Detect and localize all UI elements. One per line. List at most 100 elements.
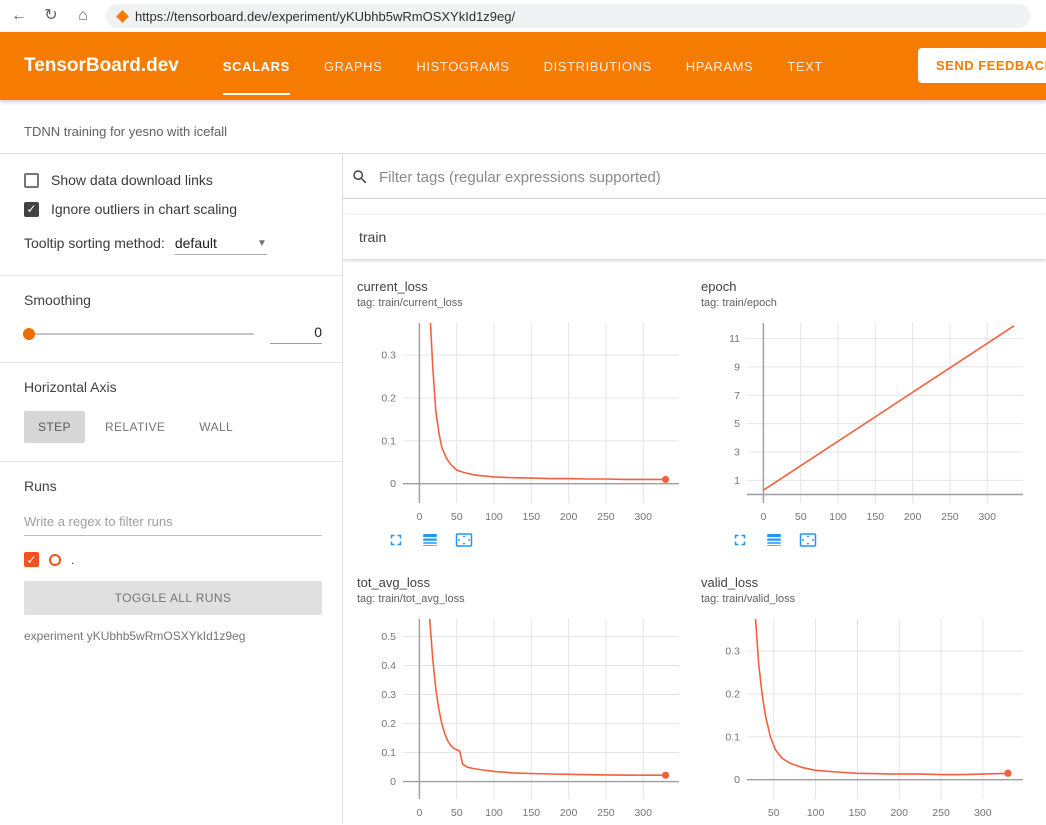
svg-text:300: 300 xyxy=(634,511,652,523)
url-text: https://tensorboard.dev/experiment/yKUbh… xyxy=(135,9,515,24)
svg-text:0: 0 xyxy=(760,511,766,523)
filter-tags-input[interactable] xyxy=(379,169,1046,186)
log-scale-icon[interactable] xyxy=(765,531,783,549)
experiment-id: experiment yKUbhb5wRmOSXYkId1z9eg xyxy=(24,629,322,643)
svg-text:0.3: 0.3 xyxy=(725,646,740,658)
fit-domain-icon[interactable] xyxy=(799,531,817,549)
toggle-all-runs-button[interactable]: TOGGLE ALL RUNS xyxy=(24,581,322,615)
expand-chart-icon[interactable] xyxy=(731,531,749,549)
svg-text:250: 250 xyxy=(597,511,615,523)
smoothing-slider[interactable] xyxy=(24,333,254,335)
svg-text:0.1: 0.1 xyxy=(381,435,396,447)
svg-text:50: 50 xyxy=(795,511,807,523)
settings-sidebar: Show data download links ✓ Ignore outlie… xyxy=(0,154,343,824)
svg-text:0.3: 0.3 xyxy=(381,689,396,701)
svg-text:0: 0 xyxy=(734,774,740,786)
chart-card-tot-avg-loss: tot_avg_loss tag: train/tot_avg_loss 050… xyxy=(357,575,687,824)
scalar-chart[interactable]: 5010015020025030000.10.20.3 xyxy=(701,613,1031,824)
svg-text:200: 200 xyxy=(560,511,578,523)
tab-distributions[interactable]: DISTRIBUTIONS xyxy=(544,32,652,100)
home-icon[interactable]: ⌂ xyxy=(74,8,92,24)
tooltip-sorting-select[interactable]: default ▼ xyxy=(175,235,267,255)
log-scale-icon[interactable] xyxy=(421,531,439,549)
show-download-links-checkbox[interactable]: Show data download links xyxy=(24,172,322,188)
axis-relative-button[interactable]: RELATIVE xyxy=(91,411,179,443)
tooltip-sorting-label: Tooltip sorting method: xyxy=(24,235,165,251)
chart-card-epoch: epoch tag: train/epoch 05010015020025030… xyxy=(701,279,1031,549)
run-row[interactable]: ✓ . xyxy=(24,552,322,567)
main-area: train current_loss tag: train/current_lo… xyxy=(343,154,1046,824)
svg-text:5: 5 xyxy=(734,418,740,430)
chart-card-current-loss: current_loss tag: train/current_loss 050… xyxy=(357,279,687,549)
tensorboard-logo-icon xyxy=(116,10,129,23)
run-name: . xyxy=(71,553,74,567)
tab-graphs[interactable]: GRAPHS xyxy=(324,32,383,100)
scalar-chart[interactable]: 05010015020025030000.10.20.30.40.5 xyxy=(357,613,687,824)
svg-text:250: 250 xyxy=(941,511,959,523)
runs-filter-input[interactable] xyxy=(24,510,322,536)
send-feedback-button[interactable]: SEND FEEDBACK xyxy=(918,48,1046,83)
svg-text:0.5: 0.5 xyxy=(381,631,396,643)
svg-text:300: 300 xyxy=(974,807,992,819)
axis-step-button[interactable]: STEP xyxy=(24,411,85,443)
svg-text:0.1: 0.1 xyxy=(381,747,396,759)
checkbox-label: Show data download links xyxy=(51,172,213,188)
tab-text[interactable]: TEXT xyxy=(787,32,823,100)
svg-text:50: 50 xyxy=(768,807,780,819)
scalar-chart[interactable]: 05010015020025030000.10.20.3 xyxy=(357,317,687,529)
back-icon[interactable]: ← xyxy=(10,8,28,24)
search-icon xyxy=(351,168,369,186)
nav-tabs: SCALARS GRAPHS HISTOGRAMS DISTRIBUTIONS … xyxy=(223,32,823,100)
fit-domain-icon[interactable] xyxy=(455,531,473,549)
charts-grid: current_loss tag: train/current_loss 050… xyxy=(343,259,1046,824)
horizontal-axis-heading: Horizontal Axis xyxy=(24,379,322,395)
smoothing-value[interactable]: 0 xyxy=(270,324,322,344)
ignore-outliers-checkbox[interactable]: ✓ Ignore outliers in chart scaling xyxy=(24,201,322,217)
tooltip-sorting-value: default xyxy=(175,235,217,251)
svg-text:0.2: 0.2 xyxy=(381,393,396,405)
run-checkbox-icon[interactable]: ✓ xyxy=(24,552,39,567)
tab-hparams[interactable]: HPARAMS xyxy=(686,32,754,100)
svg-text:9: 9 xyxy=(734,361,740,373)
run-color-icon xyxy=(49,554,61,566)
browser-chrome: ← ↻ ⌂ https://tensorboard.dev/experiment… xyxy=(0,0,1046,32)
tab-histograms[interactable]: HISTOGRAMS xyxy=(416,32,509,100)
svg-text:7: 7 xyxy=(734,390,740,402)
experiment-description: TDNN training for yesno with icefall xyxy=(0,100,1046,154)
svg-text:250: 250 xyxy=(597,807,615,819)
runs-heading: Runs xyxy=(24,478,322,494)
address-bar[interactable]: https://tensorboard.dev/experiment/yKUbh… xyxy=(106,4,1030,28)
svg-text:0.3: 0.3 xyxy=(381,350,396,362)
svg-text:100: 100 xyxy=(829,511,847,523)
slider-thumb[interactable] xyxy=(23,328,35,340)
chart-tag: tag: train/tot_avg_loss xyxy=(357,593,687,605)
reload-icon[interactable]: ↻ xyxy=(42,8,60,24)
group-header-train[interactable]: train xyxy=(343,215,1046,259)
svg-text:150: 150 xyxy=(523,807,541,819)
chart-tag: tag: train/epoch xyxy=(701,297,1031,309)
chart-title: valid_loss xyxy=(701,575,1031,590)
svg-text:0: 0 xyxy=(416,511,422,523)
svg-text:200: 200 xyxy=(560,807,578,819)
checkbox-checked-icon: ✓ xyxy=(24,202,39,217)
tab-scalars[interactable]: SCALARS xyxy=(223,32,290,100)
svg-text:200: 200 xyxy=(904,511,922,523)
svg-text:150: 150 xyxy=(867,511,885,523)
svg-text:11: 11 xyxy=(729,333,740,345)
scalar-chart[interactable]: 0501001502002503001357911 xyxy=(701,317,1031,529)
svg-text:150: 150 xyxy=(849,807,867,819)
svg-text:300: 300 xyxy=(634,807,652,819)
svg-text:0: 0 xyxy=(416,807,422,819)
chart-card-valid-loss: valid_loss tag: train/valid_loss 5010015… xyxy=(701,575,1031,824)
svg-text:150: 150 xyxy=(523,511,541,523)
tag-group-panel: train current_loss tag: train/current_lo… xyxy=(343,215,1046,824)
svg-text:100: 100 xyxy=(485,807,503,819)
svg-text:1: 1 xyxy=(734,475,740,487)
expand-chart-icon[interactable] xyxy=(387,531,405,549)
chart-title: epoch xyxy=(701,279,1031,294)
svg-text:0.2: 0.2 xyxy=(381,718,396,730)
svg-text:0.4: 0.4 xyxy=(381,660,396,672)
checkbox-label: Ignore outliers in chart scaling xyxy=(51,201,237,217)
axis-wall-button[interactable]: WALL xyxy=(185,411,247,443)
svg-text:50: 50 xyxy=(451,511,463,523)
